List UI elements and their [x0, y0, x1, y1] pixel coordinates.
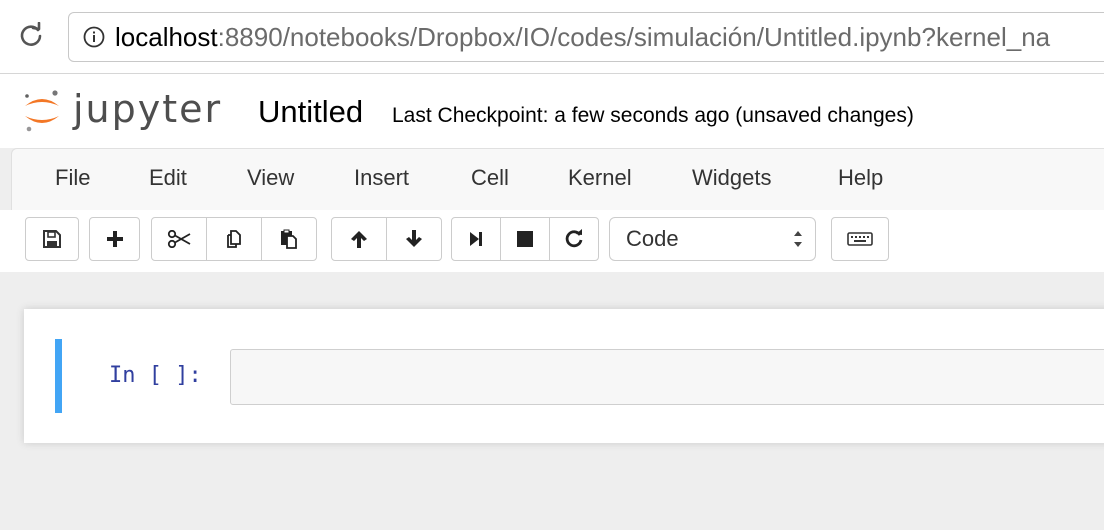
menu-edit[interactable]: Edit: [149, 165, 187, 191]
keyboard-shortcuts-button[interactable]: [831, 217, 889, 261]
shortcuts-group: [831, 217, 889, 261]
menu-view[interactable]: View: [247, 165, 294, 191]
cut-button[interactable]: [151, 217, 207, 261]
notebook-name[interactable]: Untitled: [258, 94, 363, 130]
url-field[interactable]: localhost:8890/notebooks/Dropbox/IO/code…: [68, 12, 1104, 62]
save-group: [25, 217, 79, 261]
menu-insert[interactable]: Insert: [354, 165, 409, 191]
menu-widgets[interactable]: Widgets: [692, 165, 771, 191]
code-input[interactable]: [230, 349, 1104, 405]
arrow-down-icon: [406, 230, 422, 247]
copy-button[interactable]: [206, 217, 262, 261]
jupyter-wordmark[interactable]: jupyter: [73, 87, 222, 131]
keyboard-icon: [847, 232, 873, 246]
run-button[interactable]: [451, 217, 501, 261]
notebook-header: jupyter Untitled Last Checkpoint: a few …: [0, 74, 1104, 148]
url-host: localhost: [115, 21, 218, 52]
jupyter-logo-icon[interactable]: [22, 84, 62, 136]
menu-kernel[interactable]: Kernel: [568, 165, 632, 191]
run-group: [451, 217, 599, 261]
insert-group: [89, 217, 140, 261]
cell-type-value: Code: [626, 226, 679, 251]
edit-group: [151, 217, 317, 261]
paste-button[interactable]: [261, 217, 317, 261]
move-down-button[interactable]: [386, 217, 442, 261]
insert-cell-button[interactable]: [89, 217, 140, 261]
paste-icon: [281, 229, 297, 249]
checkpoint-status: Last Checkpoint: a few seconds ago (unsa…: [392, 104, 914, 127]
menu-bar: File Edit View Insert Cell Kernel Widget…: [11, 148, 1104, 210]
floppy-disk-icon: [43, 230, 61, 248]
menu-help[interactable]: Help: [838, 165, 883, 191]
move-group: [331, 217, 442, 261]
arrow-up-icon: [351, 231, 367, 248]
input-prompt: In [ ]:: [109, 363, 202, 388]
cell-type-select[interactable]: Code: [609, 217, 816, 261]
copy-icon: [227, 230, 241, 248]
save-button[interactable]: [25, 217, 79, 261]
plus-icon: [106, 231, 123, 247]
menu-cell[interactable]: Cell: [471, 165, 509, 191]
select-arrows-icon: [794, 231, 802, 247]
toolbar: Code: [0, 210, 1104, 272]
url-path: :8890/notebooks/Dropbox/IO/codes/simulac…: [217, 21, 1051, 52]
cell-selection-bar: [55, 339, 62, 413]
move-up-button[interactable]: [331, 217, 387, 261]
code-cell[interactable]: In [ ]:: [55, 339, 1104, 413]
restart-button[interactable]: [549, 217, 599, 261]
notebook-container: In [ ]:: [24, 309, 1104, 443]
interrupt-button[interactable]: [500, 217, 550, 261]
browser-address-bar: localhost:8890/notebooks/Dropbox/IO/code…: [0, 0, 1104, 74]
step-forward-icon: [470, 232, 482, 246]
reload-icon: [20, 22, 42, 46]
scissors-icon: [167, 230, 191, 248]
restart-icon: [565, 229, 583, 248]
reload-button[interactable]: [16, 20, 46, 50]
info-icon[interactable]: [83, 26, 105, 48]
stop-icon: [517, 231, 533, 247]
menu-file[interactable]: File: [55, 165, 90, 191]
